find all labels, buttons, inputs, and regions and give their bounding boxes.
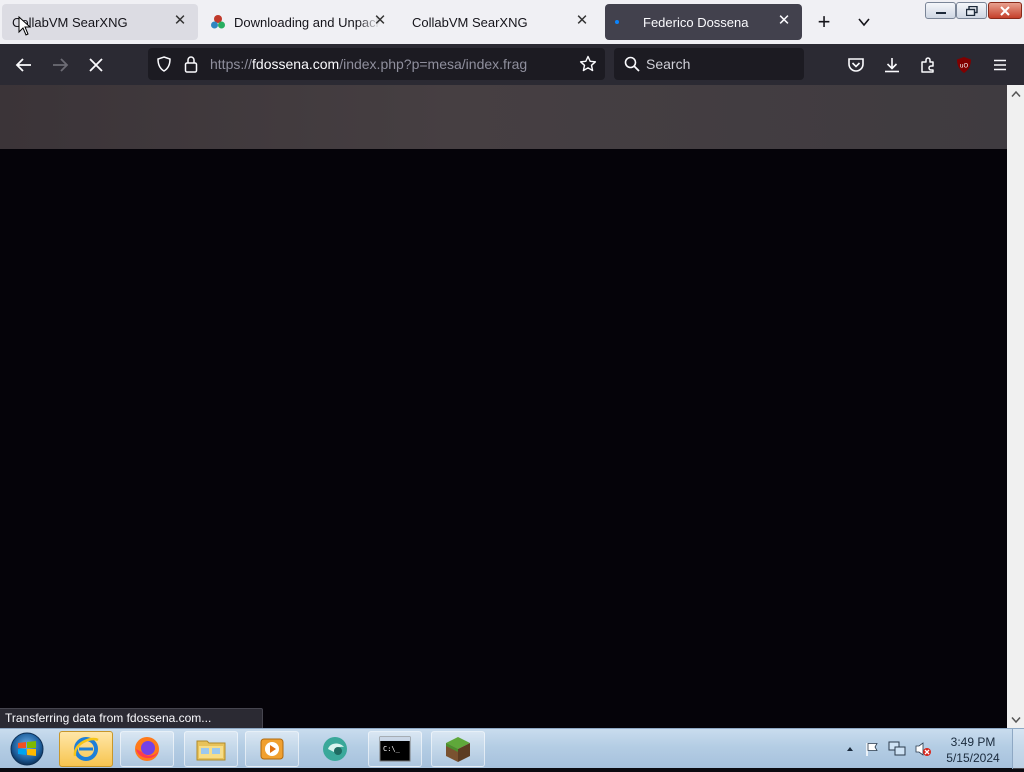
- scroll-down-arrow-icon[interactable]: [1010, 714, 1021, 725]
- hamburger-menu-icon: [994, 59, 1006, 71]
- close-icon[interactable]: ✕: [372, 13, 388, 29]
- back-button[interactable]: [11, 52, 37, 78]
- lock-icon[interactable]: [184, 55, 198, 73]
- taskbar-file-explorer[interactable]: [184, 731, 238, 767]
- taskbar-hyperspace-browser[interactable]: [308, 731, 362, 767]
- taskbar-command-prompt[interactable]: C:\_: [368, 731, 422, 767]
- show-desktop-button[interactable]: [1012, 729, 1024, 769]
- mesa-icon: [210, 14, 226, 30]
- vertical-scrollbar[interactable]: [1007, 85, 1024, 728]
- mouse-cursor-icon: [18, 16, 32, 36]
- stop-icon: [89, 58, 103, 72]
- close-icon[interactable]: ✕: [172, 13, 188, 29]
- action-center-flag-icon[interactable]: [864, 741, 880, 757]
- start-button[interactable]: [8, 731, 46, 767]
- restore-icon: [965, 5, 978, 16]
- new-tab-label: +: [817, 9, 831, 34]
- url-host: fdossena.com: [252, 56, 340, 72]
- taskbar: C:\_ 3:49 PM 5/15/2024: [0, 728, 1024, 769]
- tab-downloading-and-unpacking[interactable]: Downloading and Unpacking ✕: [202, 4, 398, 40]
- tab-collabvm-searxng-2[interactable]: CollabVM SearXNG ✕: [402, 4, 600, 40]
- clock-time: 3:49 PM: [950, 735, 996, 749]
- app-menu-button[interactable]: [987, 52, 1013, 78]
- firefox-icon: [135, 737, 159, 761]
- stop-loading-button[interactable]: [83, 52, 109, 78]
- search-input[interactable]: Search: [646, 56, 690, 72]
- tab-title: Federico Dossena: [643, 14, 749, 30]
- system-clock[interactable]: 3:49 PM 5/15/2024: [938, 734, 1008, 766]
- ublock-origin-button[interactable]: uO: [951, 52, 977, 78]
- ublock-origin-icon: uO: [957, 57, 971, 73]
- close-icon[interactable]: ✕: [776, 13, 792, 29]
- taskbar-media-player[interactable]: [245, 731, 299, 767]
- close-icon: [1000, 5, 1010, 16]
- download-icon: [885, 58, 899, 73]
- hyperspace-browser-icon: [323, 737, 347, 761]
- status-text: Transferring data from fdossena.com...: [5, 711, 212, 725]
- search-icon: [624, 56, 640, 72]
- svg-text:C:\_: C:\_: [383, 745, 401, 753]
- pocket-button[interactable]: [843, 52, 869, 78]
- clock-date: 5/15/2024: [946, 751, 1000, 765]
- new-tab-button[interactable]: +: [812, 9, 836, 34]
- tab-title: Downloading and Unpacking: [234, 14, 380, 30]
- restore-button[interactable]: [956, 2, 987, 19]
- forward-button[interactable]: [47, 52, 73, 78]
- command-prompt-icon: C:\_: [379, 736, 411, 762]
- tab-strip: CollabVM SearXNG ✕ Downloading and Unpac…: [0, 0, 1024, 44]
- svg-text:uO: uO: [960, 63, 969, 70]
- taskbar-minecraft[interactable]: [431, 731, 485, 767]
- internet-explorer-icon: [73, 737, 99, 761]
- taskbar-internet-explorer[interactable]: [59, 731, 113, 767]
- tab-federico-dossena[interactable]: Federico Dossena ✕: [605, 4, 802, 40]
- tracking-protection-shield-icon[interactable]: [156, 56, 172, 72]
- tab-title: CollabVM SearXNG: [412, 14, 528, 30]
- arrow-left-icon: [15, 58, 31, 72]
- search-bar[interactable]: Search: [614, 48, 804, 80]
- close-icon[interactable]: ✕: [574, 13, 590, 29]
- downloads-button[interactable]: [879, 52, 905, 78]
- scroll-up-arrow-icon[interactable]: [1010, 88, 1021, 99]
- media-player-icon: [260, 738, 284, 760]
- taskbar-firefox[interactable]: [120, 731, 174, 767]
- url-bar[interactable]: https://fdossena.com/index.php?p=mesa/in…: [148, 48, 605, 80]
- url-scheme: https://: [210, 56, 253, 72]
- puzzle-icon: [921, 57, 934, 73]
- minecraft-icon: [446, 737, 470, 762]
- url-path: /index.php?p=mesa/index.frag: [339, 56, 528, 72]
- windows-logo-icon: [10, 732, 44, 766]
- file-explorer-icon: [196, 740, 226, 761]
- close-window-button[interactable]: [988, 2, 1022, 19]
- navigation-toolbar: https://fdossena.com/index.php?p=mesa/in…: [0, 44, 1024, 85]
- web-page-content[interactable]: [0, 85, 1007, 728]
- notification-area: [840, 729, 936, 769]
- list-all-tabs-button[interactable]: [852, 10, 876, 34]
- pocket-icon: [848, 58, 864, 72]
- show-hidden-icons-icon[interactable]: [846, 746, 854, 752]
- chevron-down-icon: [858, 18, 870, 27]
- minimize-icon: [935, 11, 946, 14]
- volume-muted-icon[interactable]: [914, 741, 932, 757]
- arrow-right-icon: [53, 58, 69, 72]
- extensions-button[interactable]: [915, 52, 941, 78]
- url-text[interactable]: https://fdossena.com/index.php?p=mesa/in…: [210, 56, 527, 72]
- status-panel: Transferring data from fdossena.com...: [0, 708, 263, 728]
- network-icon[interactable]: [888, 741, 906, 757]
- bookmark-star-icon[interactable]: [579, 55, 597, 73]
- loading-dot-icon: [613, 14, 629, 30]
- minimize-button[interactable]: [925, 2, 956, 19]
- page-header-bar: [0, 85, 1007, 149]
